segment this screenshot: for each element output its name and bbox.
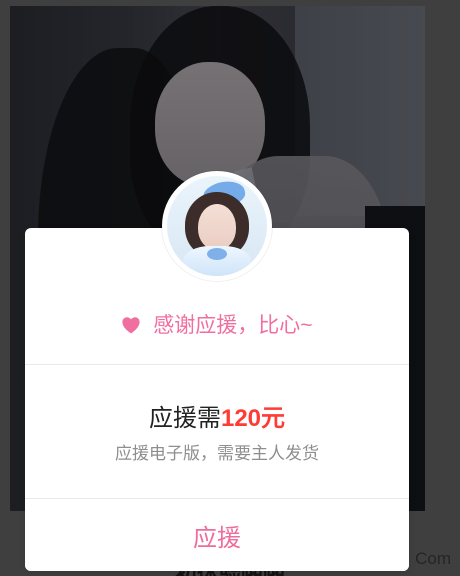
support-modal: 感谢应援，比心~ 应援需120元 应援电子版，需要主人发货 应援 bbox=[25, 171, 409, 571]
thanks-text: 感谢应援，比心~ bbox=[153, 314, 313, 337]
heart-icon bbox=[121, 316, 141, 334]
support-button[interactable]: 应援 bbox=[25, 499, 409, 571]
avatar-ring bbox=[162, 171, 272, 281]
price-value: 120元 bbox=[220, 405, 286, 432]
price-line: 应援需120元 bbox=[25, 398, 409, 433]
thanks-message: 感谢应援，比心~ bbox=[25, 309, 409, 339]
page-root: 初体验啪啪 Com 感谢应援，比心~ 应援需120元 应援电子版， bbox=[0, 0, 460, 576]
delivery-note: 应援电子版，需要主人发货 bbox=[115, 444, 319, 463]
top-divider bbox=[25, 364, 409, 365]
price-prefix: 应援需 bbox=[148, 405, 221, 432]
avatar bbox=[167, 176, 267, 276]
avatar-face bbox=[198, 204, 236, 250]
avatar-ribbon bbox=[207, 248, 227, 260]
